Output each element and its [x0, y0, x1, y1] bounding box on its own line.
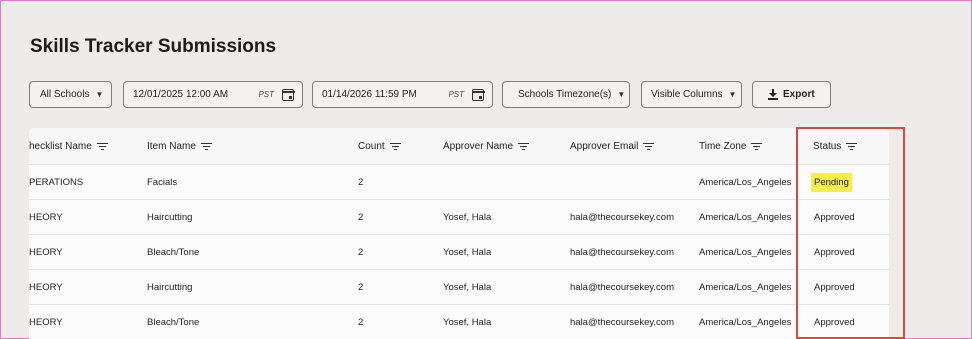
timezone-dropdown-label: Schools Timezone(s)	[518, 89, 612, 100]
calendar-icon[interactable]	[281, 88, 295, 101]
status-badge: Approved	[814, 316, 855, 328]
column-header-label: Approver Name	[443, 141, 514, 152]
cell-checklist: HEORY	[29, 246, 63, 258]
start-date-field[interactable]: 12/01/2025 12:00 AM PST	[123, 81, 303, 108]
cell-count: 2	[358, 176, 364, 188]
start-date-value: 12/01/2025 12:00 AM	[133, 89, 229, 100]
filter-icon[interactable]	[96, 142, 108, 151]
cell-approver: Yosef, Hala	[443, 211, 492, 223]
filter-icon[interactable]	[200, 142, 212, 151]
cell-email: hala@thecoursekey.com	[570, 316, 674, 328]
table-row[interactable]: HEORY Bleach/Tone 2 Yosef, Hala hala@the…	[29, 235, 889, 270]
cell-approver: Yosef, Hala	[443, 246, 492, 258]
cell-item: Bleach/Tone	[147, 316, 200, 328]
column-header-label: Approver Email	[570, 141, 639, 152]
cell-email: hala@thecoursekey.com	[570, 211, 674, 223]
caret-down-icon: ▼	[617, 90, 626, 99]
column-header-approver-email[interactable]: Approver Email	[570, 128, 655, 165]
cell-count: 2	[358, 281, 364, 293]
table-row[interactable]: PERATIONS Facials 2 America/Los_Angeles …	[29, 165, 889, 200]
cell-email: hala@thecoursekey.com	[570, 281, 674, 293]
column-header-status[interactable]: Status	[813, 128, 858, 165]
export-button[interactable]: Export	[752, 81, 831, 108]
filter-icon[interactable]	[846, 142, 858, 151]
filter-icon[interactable]	[643, 142, 655, 151]
column-header-label: Status	[813, 141, 842, 152]
column-header-checklist-name[interactable]: hecklist Name	[29, 128, 108, 165]
cell-item: Bleach/Tone	[147, 246, 200, 258]
status-badge: Pending	[811, 172, 852, 192]
timezone-dropdown[interactable]: Schools Timezone(s) ▼	[502, 81, 630, 108]
cell-email: hala@thecoursekey.com	[570, 246, 674, 258]
cell-time-zone: America/Los_Angeles	[699, 211, 792, 223]
table-header: hecklist Name Item Name Count Approver N…	[29, 128, 889, 165]
download-icon	[768, 89, 778, 100]
end-date-field[interactable]: 01/14/2026 11:59 PM PST	[312, 81, 493, 108]
column-header-approver-name[interactable]: Approver Name	[443, 128, 530, 165]
cell-approver: Yosef, Hala	[443, 316, 492, 328]
cell-time-zone: America/Los_Angeles	[699, 176, 792, 188]
cell-checklist: HEORY	[29, 316, 63, 328]
export-button-label: Export	[783, 89, 815, 100]
schools-dropdown-label: All Schools	[40, 89, 90, 100]
cell-checklist: HEORY	[29, 211, 63, 223]
filter-icon[interactable]	[518, 142, 530, 151]
cell-checklist: PERATIONS	[29, 176, 84, 188]
cell-item: Facials	[147, 176, 178, 188]
calendar-icon[interactable]	[471, 88, 485, 101]
end-date-value: 01/14/2026 11:59 PM	[322, 89, 417, 100]
caret-down-icon: ▼	[95, 90, 104, 99]
cell-item: Haircutting	[147, 211, 193, 223]
status-badge: Approved	[814, 211, 855, 223]
caret-down-icon: ▼	[728, 90, 737, 99]
cell-approver: Yosef, Hala	[443, 281, 492, 293]
cell-item: Haircutting	[147, 281, 193, 293]
column-header-label: Time Zone	[699, 141, 747, 152]
end-date-tz: PST	[448, 90, 464, 99]
visible-columns-dropdown[interactable]: Visible Columns ▼	[641, 81, 742, 108]
column-header-item-name[interactable]: Item Name	[147, 128, 212, 165]
column-header-time-zone[interactable]: Time Zone	[699, 128, 763, 165]
column-header-count[interactable]: Count	[358, 128, 401, 165]
page-title: Skills Tracker Submissions	[30, 36, 277, 57]
filter-icon[interactable]	[751, 142, 763, 151]
column-header-label: Count	[358, 141, 385, 152]
table-row[interactable]: HEORY Bleach/Tone 2 Yosef, Hala hala@the…	[29, 305, 889, 339]
submissions-table: hecklist Name Item Name Count Approver N…	[29, 128, 889, 339]
cell-checklist: HEORY	[29, 281, 63, 293]
start-date-tz: PST	[258, 90, 274, 99]
status-badge: Approved	[814, 281, 855, 293]
cell-count: 2	[358, 316, 364, 328]
status-badge: Approved	[814, 246, 855, 258]
schools-dropdown[interactable]: All Schools ▼	[29, 81, 112, 108]
table-row[interactable]: HEORY Haircutting 2 Yosef, Hala hala@the…	[29, 270, 889, 305]
cell-count: 2	[358, 211, 364, 223]
filter-icon[interactable]	[389, 142, 401, 151]
visible-columns-label: Visible Columns	[651, 89, 723, 100]
cell-time-zone: America/Los_Angeles	[699, 316, 792, 328]
column-header-label: Item Name	[147, 141, 196, 152]
cell-count: 2	[358, 246, 364, 258]
table-row[interactable]: HEORY Haircutting 2 Yosef, Hala hala@the…	[29, 200, 889, 235]
cell-time-zone: America/Los_Angeles	[699, 246, 792, 258]
cell-time-zone: America/Los_Angeles	[699, 281, 792, 293]
column-header-label: hecklist Name	[29, 141, 92, 152]
